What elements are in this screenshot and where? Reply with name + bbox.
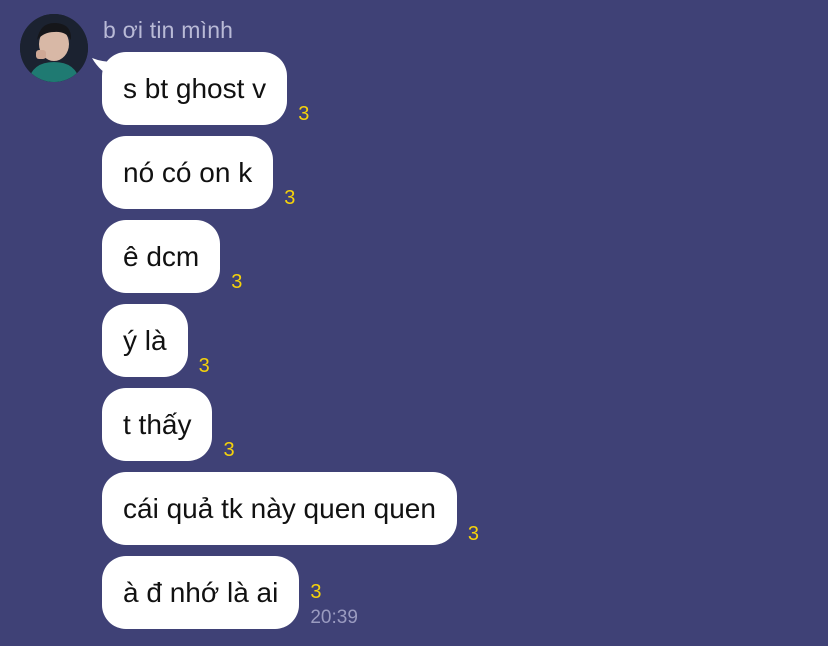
message-bubble[interactable]: cái quả tk này quen quen xyxy=(102,472,457,545)
message-meta: 3 xyxy=(223,439,234,461)
message-bubble[interactable]: s bt ghost v xyxy=(102,52,288,125)
sender-avatar[interactable] xyxy=(20,14,88,82)
sender-name: b ơi tin mình xyxy=(103,17,234,43)
message-row: s bt ghost v 3 xyxy=(102,52,309,125)
message-time: 20:39 xyxy=(310,607,358,628)
message-meta: 3 xyxy=(199,355,210,377)
avatar-image xyxy=(20,14,88,82)
message-row: nó có on k 3 xyxy=(102,136,295,209)
message-meta: 3 xyxy=(468,523,479,545)
unread-count: 3 xyxy=(198,355,210,377)
message-bubble[interactable]: ý là xyxy=(102,304,188,377)
message-meta: 3 20:39 xyxy=(310,581,358,629)
unread-count: 3 xyxy=(284,187,296,209)
unread-count: 3 xyxy=(223,439,235,461)
message-meta: 3 xyxy=(231,271,242,293)
message-row: ý là 3 xyxy=(102,304,210,377)
message-bubble[interactable]: à đ nhớ là ai xyxy=(102,556,300,629)
message-row: à đ nhớ là ai 3 20:39 xyxy=(102,556,358,629)
message-row: t thấy 3 xyxy=(102,388,235,461)
message-bubble[interactable]: ê dcm xyxy=(102,220,221,293)
unread-count: 3 xyxy=(231,271,243,293)
message-row: cái quả tk này quen quen 3 xyxy=(102,472,479,545)
unread-count: 3 xyxy=(467,523,480,545)
unread-count: 3 xyxy=(310,581,322,603)
message-meta: 3 xyxy=(284,187,295,209)
message-bubble[interactable]: t thấy xyxy=(102,388,213,461)
unread-count: 3 xyxy=(298,103,310,125)
message-bubble[interactable]: nó có on k xyxy=(102,136,274,209)
message-row: ê dcm 3 xyxy=(102,220,242,293)
message-meta: 3 xyxy=(298,103,309,125)
